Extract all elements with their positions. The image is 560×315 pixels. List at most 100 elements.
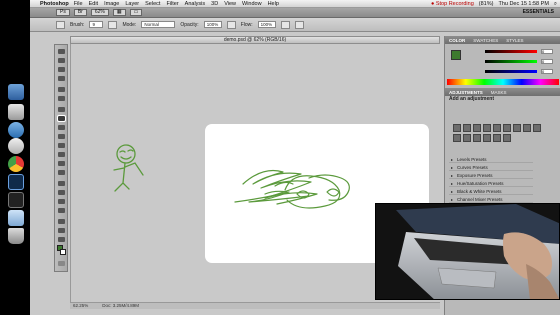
launch-bridge-button[interactable]: Br [73, 9, 87, 16]
preset-exposure[interactable]: Exposure Presets [449, 172, 533, 179]
history-brush-tool-icon[interactable] [58, 134, 65, 139]
status-doc-size[interactable]: Doc: 3.25M/4.89M [102, 303, 139, 309]
tab-color[interactable]: COLOR [449, 38, 465, 43]
arrange-documents-button[interactable]: ▦ [112, 9, 126, 16]
lasso-tool-icon[interactable] [58, 67, 65, 72]
opacity-field[interactable]: 100% [203, 21, 222, 28]
tool-preset-picker[interactable] [56, 20, 65, 29]
crop-tool-icon[interactable] [58, 87, 65, 92]
3d-rotate-tool-icon[interactable] [58, 219, 65, 224]
vibrance-icon[interactable] [493, 124, 501, 132]
mail-icon[interactable] [8, 104, 24, 120]
color-balance-icon[interactable] [513, 124, 521, 132]
clock[interactable]: Thu Dec 15 1:58 PM [498, 1, 548, 7]
tab-adjustments[interactable]: ADJUSTMENTS [449, 90, 483, 95]
menu-layer[interactable]: Layer [125, 1, 139, 7]
brush-panel-toggle[interactable] [108, 20, 118, 29]
move-tool-icon[interactable] [58, 49, 65, 54]
battery-status[interactable]: (81%) [479, 1, 494, 7]
gradient-map-icon[interactable] [493, 134, 501, 142]
menu-analysis[interactable]: Analysis [185, 1, 205, 7]
zoom-tool-icon[interactable] [58, 237, 65, 242]
photo-filter-icon[interactable] [533, 124, 541, 132]
menu-app-name[interactable]: Photoshop [40, 1, 69, 7]
airbrush-button[interactable] [280, 20, 290, 29]
blue-slider[interactable] [485, 70, 537, 73]
curves-icon[interactable] [473, 124, 481, 132]
brush-size-picker[interactable]: 9 [89, 21, 104, 28]
quick-select-tool-icon[interactable] [58, 76, 65, 81]
levels-icon[interactable] [463, 124, 471, 132]
preset-hue-saturation[interactable]: Hue/Saturation Presets [449, 180, 533, 187]
menu-view[interactable]: View [224, 1, 236, 7]
stop-recording-item[interactable]: ● Stop Recording [431, 1, 474, 7]
caption-text: control-option-i to stop inklet [230, 221, 322, 228]
blend-mode-select[interactable]: Normal [141, 21, 176, 28]
path-selection-tool-icon[interactable] [58, 199, 65, 204]
screen-mode-button[interactable]: ▭ [129, 9, 143, 16]
color-spectrum[interactable] [447, 79, 559, 85]
menu-filter[interactable]: Filter [166, 1, 178, 7]
menu-edit[interactable]: Edit [89, 1, 98, 7]
gradient-tool-icon[interactable] [58, 152, 65, 157]
pen-tool-icon[interactable] [58, 181, 65, 186]
trash-icon[interactable] [8, 228, 24, 244]
channel-mixer-icon[interactable] [453, 134, 461, 142]
red-value[interactable]: 0 [541, 49, 553, 54]
itunes-icon[interactable] [8, 138, 24, 154]
preset-levels[interactable]: Levels Presets [449, 156, 533, 163]
dodge-tool-icon[interactable] [58, 170, 65, 175]
blur-tool-icon[interactable] [58, 161, 65, 166]
marquee-tool-icon[interactable] [58, 58, 65, 63]
eraser-tool-icon[interactable] [58, 143, 65, 148]
preset-black-white[interactable]: Black & White Presets [449, 188, 533, 195]
spotlight-icon[interactable]: ⌕ [554, 1, 557, 8]
hue-saturation-icon[interactable] [503, 124, 511, 132]
exposure-icon[interactable] [483, 124, 491, 132]
pressure-opacity-button[interactable] [226, 20, 236, 29]
green-slider[interactable] [485, 60, 537, 63]
menu-file[interactable]: File [74, 1, 83, 7]
status-zoom[interactable]: 62.25% [73, 303, 88, 309]
quick-mask-icon[interactable] [58, 261, 65, 266]
posterize-icon[interactable] [473, 134, 481, 142]
threshold-icon[interactable] [483, 134, 491, 142]
menu-window[interactable]: Window [242, 1, 262, 7]
green-value[interactable]: 0 [541, 59, 553, 64]
zoom-level-select[interactable]: 62% [90, 9, 109, 16]
chrome-icon[interactable] [8, 156, 24, 172]
tab-masks[interactable]: MASKS [491, 90, 507, 95]
shape-tool-icon[interactable] [58, 208, 65, 213]
clone-stamp-tool-icon[interactable] [58, 125, 65, 130]
blue-value[interactable]: 0 [541, 69, 553, 74]
workspace-switcher[interactable]: ESSENTIALS [523, 9, 554, 15]
flow-field[interactable]: 100% [257, 21, 276, 28]
tab-styles[interactable]: STYLES [506, 38, 523, 43]
terminal-icon[interactable] [8, 192, 24, 208]
hand-tool-icon[interactable] [58, 228, 65, 233]
tab-swatches[interactable]: SWATCHES [473, 38, 498, 43]
finder-icon[interactable] [8, 84, 24, 100]
photoshop-icon[interactable] [8, 174, 24, 190]
black-white-icon[interactable] [523, 124, 531, 132]
invert-icon[interactable] [463, 134, 471, 142]
preview-icon[interactable] [8, 210, 24, 226]
red-slider[interactable] [485, 50, 537, 53]
menu-3d[interactable]: 3D [211, 1, 218, 7]
color-panel-fg-swatch[interactable] [451, 50, 461, 60]
healing-brush-tool-icon[interactable] [58, 107, 65, 112]
menu-image[interactable]: Image [104, 1, 119, 7]
preset-channel-mixer[interactable]: Channel Mixer Presets [449, 196, 533, 203]
preset-curves[interactable]: Curves Presets [449, 164, 533, 171]
selective-color-icon[interactable] [503, 134, 511, 142]
brush-tool-icon[interactable] [57, 115, 66, 122]
brightness-contrast-icon[interactable] [453, 124, 461, 132]
safari-icon[interactable] [8, 122, 24, 138]
document-tab[interactable]: demo.psd @ 62% (RGB/16) [70, 36, 440, 44]
pressure-size-button[interactable] [294, 20, 304, 29]
eyedropper-tool-icon[interactable] [58, 96, 65, 101]
type-tool-icon[interactable] [58, 190, 65, 195]
menu-help[interactable]: Help [268, 1, 279, 7]
menu-select[interactable]: Select [145, 1, 160, 7]
background-color-swatch[interactable] [60, 249, 66, 255]
